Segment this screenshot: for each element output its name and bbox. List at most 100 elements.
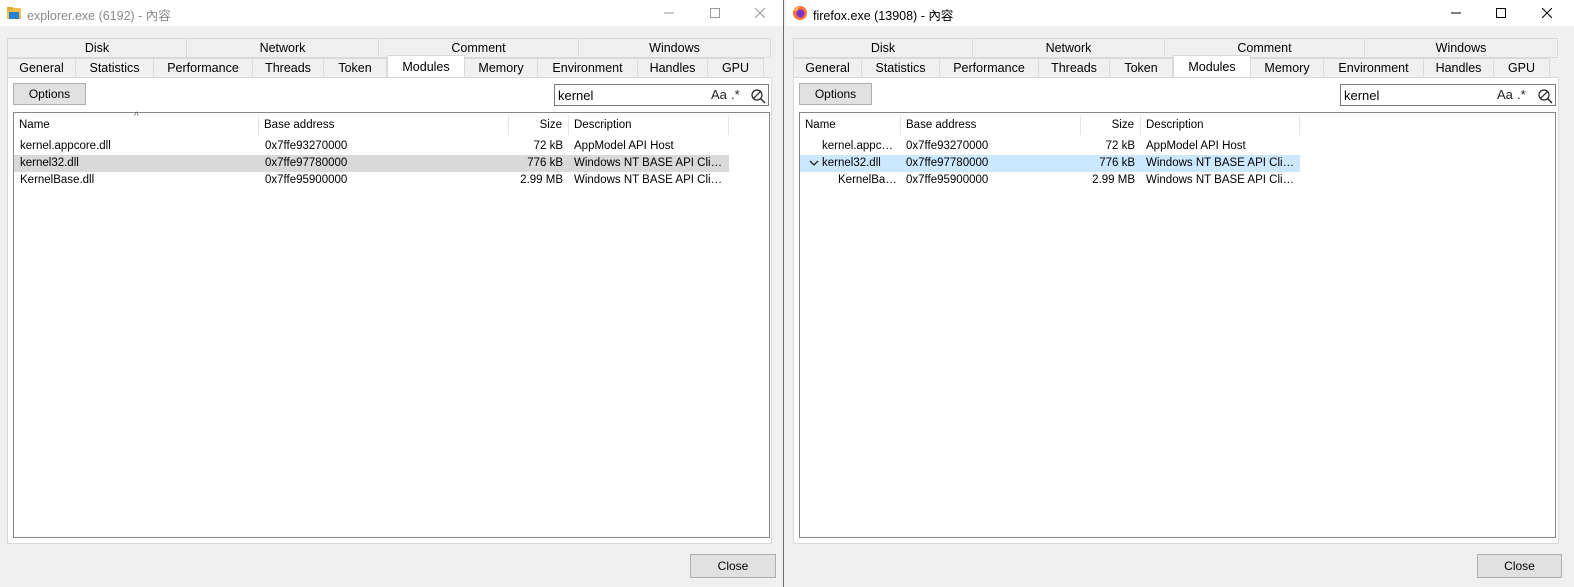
tab-threads[interactable]: Threads (253, 58, 324, 78)
regex-toggle[interactable]: .* (731, 87, 740, 102)
cell-base-address: 0x7ffe93270000 (265, 140, 348, 152)
cell-base-address: 0x7ffe97780000 (265, 157, 348, 169)
tab-token[interactable]: Token (1110, 58, 1173, 78)
tab-modules[interactable]: Modules (1173, 55, 1251, 77)
cell-size: 776 kB (1099, 157, 1135, 169)
modules-list[interactable]: Name Base address Size Description kerne… (799, 112, 1556, 538)
minimize-button[interactable] (646, 0, 692, 26)
column-header-size[interactable]: Size (509, 115, 569, 135)
firefox-properties-window: firefox.exe (13908) - 內容 Disk Network Co… (786, 0, 1574, 587)
close-window-button[interactable] (737, 0, 783, 26)
minimize-icon (664, 12, 674, 14)
cell-size: 72 kB (533, 140, 563, 152)
tab-gpu[interactable]: GPU (1494, 58, 1550, 78)
options-button[interactable]: Options (13, 83, 86, 105)
cell-base-address: 0x7ffe93270000 (906, 140, 989, 152)
chevron-down-icon[interactable] (809, 158, 819, 168)
tab-environment[interactable]: Environment (538, 58, 638, 78)
tab-windows[interactable]: Windows (1365, 38, 1558, 58)
modules-page: Options kernel Aa .* ^ Name Base address… (7, 77, 772, 544)
search-input[interactable]: kernel Aa .* (1340, 84, 1556, 106)
tab-modules[interactable]: Modules (387, 55, 465, 77)
cell-size: 2.99 MB (1092, 174, 1135, 186)
cell-name: kernel32.dll (20, 157, 79, 169)
column-header-size[interactable]: Size (1081, 115, 1141, 135)
tab-memory[interactable]: Memory (465, 58, 538, 78)
tab-memory[interactable]: Memory (1251, 58, 1324, 78)
tab-general[interactable]: General (7, 58, 76, 78)
tab-environment[interactable]: Environment (1324, 58, 1424, 78)
cell-description: Windows NT BASE API Clien… (574, 157, 724, 169)
explorer-properties-window: explorer.exe (6192) - 內容 Disk Network Co… (0, 0, 783, 587)
close-window-button[interactable] (1524, 0, 1570, 26)
column-header-name[interactable]: Name (800, 115, 901, 135)
cell-description: Windows NT BASE API Clien… (574, 174, 724, 186)
tab-disk[interactable]: Disk (7, 38, 187, 58)
tab-row-bottom: General Statistics Performance Threads T… (793, 55, 1550, 78)
regex-toggle[interactable]: .* (1517, 87, 1526, 102)
tab-network[interactable]: Network (187, 38, 379, 58)
title-bar[interactable]: explorer.exe (6192) - 內容 (0, 0, 783, 26)
match-case-toggle[interactable]: Aa (1497, 87, 1513, 102)
cell-description: AppModel API Host (1146, 140, 1246, 152)
table-row-selected[interactable]: kernel32.dll 0x7ffe97780000 776 kB Windo… (800, 155, 1300, 172)
list-header: ^ Name Base address Size Description (14, 111, 769, 137)
tab-statistics[interactable]: Statistics (862, 58, 940, 78)
tab-windows[interactable]: Windows (579, 38, 771, 58)
tab-disk[interactable]: Disk (793, 38, 973, 58)
options-button[interactable]: Options (799, 83, 872, 105)
maximize-icon (710, 8, 720, 18)
column-header-description[interactable]: Description (569, 115, 729, 135)
tab-token[interactable]: Token (324, 58, 387, 78)
list-header: Name Base address Size Description (800, 113, 1555, 137)
cell-name: KernelBa… (838, 174, 897, 186)
column-header-description[interactable]: Description (1141, 115, 1300, 135)
cell-description: Windows NT BASE API Clien… (1146, 157, 1296, 169)
cell-name: kernel.appcore.dll (20, 140, 111, 152)
explorer-folder-icon (7, 7, 21, 19)
cell-name: kernel32.dll (822, 157, 881, 169)
cell-size: 776 kB (527, 157, 563, 169)
tab-threads[interactable]: Threads (1039, 58, 1110, 78)
table-row[interactable]: kernel.appc… 0x7ffe93270000 72 kB AppMod… (800, 138, 1300, 155)
table-row[interactable]: kernel.appcore.dll 0x7ffe93270000 72 kB … (14, 138, 729, 155)
column-header-name[interactable]: Name (14, 115, 259, 135)
modules-page: Options kernel Aa .* Name Base address S… (793, 77, 1559, 544)
minimize-button[interactable] (1433, 0, 1479, 26)
tab-handles[interactable]: Handles (638, 58, 708, 78)
column-header-base-address[interactable]: Base address (901, 115, 1081, 135)
clear-search-icon[interactable] (750, 88, 766, 104)
table-row[interactable]: KernelBase.dll 0x7ffe95900000 2.99 MB Wi… (14, 172, 729, 189)
clear-search-icon[interactable] (1537, 88, 1553, 104)
table-row-selected[interactable]: kernel32.dll 0x7ffe97780000 776 kB Windo… (14, 155, 729, 172)
close-icon (755, 8, 765, 18)
maximize-button[interactable] (692, 0, 738, 26)
cell-base-address: 0x7ffe97780000 (906, 157, 989, 169)
search-value: kernel (558, 88, 594, 103)
column-header-base-address[interactable]: Base address (259, 115, 509, 135)
match-case-toggle[interactable]: Aa (711, 87, 727, 102)
tab-row-bottom: General Statistics Performance Threads T… (7, 55, 764, 78)
title-bar[interactable]: firefox.exe (13908) - 內容 (786, 0, 1574, 26)
close-icon (1542, 8, 1552, 18)
modules-list[interactable]: ^ Name Base address Size Description ker… (13, 111, 770, 538)
tab-performance[interactable]: Performance (154, 58, 253, 78)
firefox-icon (793, 6, 807, 20)
window-title: explorer.exe (6192) - 內容 (27, 9, 171, 23)
tab-gpu[interactable]: GPU (708, 58, 764, 78)
table-row-child[interactable]: KernelBa… 0x7ffe95900000 2.99 MB Windows… (800, 172, 1300, 189)
maximize-icon (1496, 8, 1506, 18)
tab-statistics[interactable]: Statistics (76, 58, 154, 78)
window-title: firefox.exe (13908) - 內容 (813, 9, 954, 23)
cell-description: AppModel API Host (574, 140, 674, 152)
tab-performance[interactable]: Performance (940, 58, 1039, 78)
close-button[interactable]: Close (1477, 554, 1562, 578)
close-button[interactable]: Close (690, 554, 776, 578)
search-value: kernel (1344, 88, 1380, 103)
tab-general[interactable]: General (793, 58, 862, 78)
cell-name: kernel.appc… (822, 140, 893, 152)
search-input[interactable]: kernel Aa .* (554, 84, 769, 106)
tab-handles[interactable]: Handles (1424, 58, 1494, 78)
maximize-button[interactable] (1478, 0, 1524, 26)
tab-network[interactable]: Network (973, 38, 1165, 58)
